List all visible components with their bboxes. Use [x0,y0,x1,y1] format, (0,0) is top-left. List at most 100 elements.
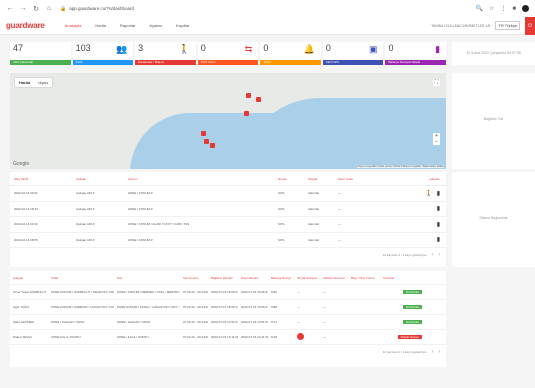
menu-icon[interactable]: ⋮ [500,5,506,12]
column-header[interactable]: Batarya Seviye [268,276,294,280]
map-marker[interactable] [256,97,261,102]
details-icon[interactable]: ▮ [437,222,440,228]
url-text[interactable]: app.guardware.co/?n/dashboard [69,6,134,11]
map-type-map[interactable]: Harita [15,78,34,87]
nav-item-settings[interactable]: Ayarlar [143,20,168,31]
column-header[interactable]: Görevler [380,276,426,280]
map-view[interactable]: Harita Uydu ⛶ + − Google Klavye kısayoll… [10,73,446,169]
stat-label: Aktif Çalışanlar [13,60,34,64]
column-header[interactable]: Son [114,276,180,280]
chevron-right-icon[interactable]: › [438,349,440,355]
date-panel: 15 Şubat 2022 Çarşamba 09:57:58 [452,42,535,65]
table-cell: — [323,290,326,294]
forward-icon[interactable]: → [19,5,27,12]
star-icon[interactable]: ☆ [489,5,494,12]
column-header[interactable]: Konum [124,177,274,181]
table-cell: 2022-02-14 18:44 [14,206,38,211]
column-header[interactable]: İşlem Kodu [334,177,394,181]
details-icon[interactable]: ▮ [437,237,440,243]
table-row[interactable]: Ömer Yaşar GÜRBULUT ZONE KONUM / GÜRBULUT… [10,285,446,300]
column-header[interactable]: Durum [274,177,304,181]
stat-card[interactable]: 0 ▣ Aktif GPS [322,42,384,65]
table-row[interactable]: 2022-02-14 09:10 Çalışan ADI # ZONE / KONU… [10,217,446,233]
chevron-left-icon[interactable]: ‹ [432,252,434,258]
table-row[interactable]: 2022-02-15 09:21 Çalışan ADI # ZONE / KONU… [10,186,446,202]
stat-card[interactable]: 0 ⇆ SOS Alarm [197,42,259,65]
home-icon[interactable]: ⌂ [45,5,53,12]
map-type-toggle: Harita Uydu [15,78,52,87]
table-cell: 2022-07-15 15:05:27 [211,290,238,294]
alarms-panel: Olay Tarihi Çalışan Konum Durum Olaylar İşlem… [10,172,446,267]
map-marker[interactable] [244,111,249,116]
nav-item-records[interactable]: Kayıtlar [170,20,196,31]
table-cell: 2022-07-15 14:11:31 [241,335,268,339]
stat-card[interactable]: 47 Aktif Çalışanlar [10,42,71,65]
table-cell: %88 [271,305,278,309]
extension-icon[interactable]: ■ [512,6,516,12]
map-attribution[interactable]: Klavye kısayolları Harita verileri ©2022… [357,165,444,168]
stat-card[interactable]: 103 👥 Pasif [72,42,134,65]
column-header[interactable]: Bilgi / Olay Formu [348,276,380,280]
table-cell: ZONE / KONUM / MERKEZ / OTEL / MERTİM / … [117,290,180,294]
stat-card[interactable]: 3 🚶 Hareketsiz / Düşme [135,42,196,65]
column-header[interactable]: Olay Tarihi [10,177,72,181]
table-cell: ZONE / KALKAN / ORTA [51,320,85,324]
stat-card[interactable]: 0 🔔 Alarm [260,42,321,65]
map-type-satellite[interactable]: Uydu [34,78,51,87]
language-selector[interactable]: TR Türkçe [495,21,520,30]
table-row[interactable]: Uğur YAĞCI ZONE KONUM / ANDROID / LOKASYO… [10,300,446,315]
table-row[interactable]: 2022-02-14 18:44 Çalışan ADI # ZONE / KONU… [10,202,446,217]
column-header[interactable]: Olaylar [304,177,334,181]
nav-item-reports[interactable]: Raporlar [114,20,141,31]
profile-avatar[interactable] [522,5,529,12]
nav-item-home[interactable]: Anasayfa [59,20,88,31]
stat-icon: 👥 [115,44,128,54]
row-actions: ▮ [394,236,446,243]
table-row[interactable]: Didem SEVGİ ZONE KALA / KUMTU ZONE / KALA … [10,330,446,345]
table-cell: ZONE KONUM / ANDROID / LOKASYON / KANAL … [51,305,114,309]
map-marker[interactable] [204,139,209,144]
address-bar[interactable]: 🔒 app.guardware.co/?n/dashboard [58,3,388,14]
stat-label: Alarm [263,60,272,64]
stat-value: 0 [200,43,206,53]
chevron-left-icon[interactable]: ‹ [432,349,434,355]
table-cell: ZONE / KALKAN / ORTA [117,320,151,324]
brand-logo[interactable]: guardware [6,21,45,30]
table-cell: ZONE / KONUM # [128,237,153,242]
person-icon[interactable]: 🚶 [425,191,432,197]
map-marker[interactable] [201,131,206,136]
column-header[interactable]: Kayıt Zamanı [238,276,268,280]
table-cell: %18 [271,335,278,339]
back-icon[interactable]: ← [6,5,14,12]
table-cell: 2022-07-15 14:51:51 [211,320,238,324]
search-icon[interactable]: 🔍 [476,5,483,12]
reload-icon[interactable]: ↻ [32,5,40,13]
zoom-out-button[interactable]: − [433,139,440,145]
column-header[interactable]: Aktivite Seviyesi [320,276,348,280]
stat-label: Aktif GPS [325,60,339,64]
column-header[interactable]: Sinyal Seviyesi [294,276,320,280]
column-header[interactable]: Cihaz [48,276,114,280]
map-marker[interactable] [210,143,215,148]
nav-item-map[interactable]: Harita [89,20,112,31]
view-button[interactable]: Düşük Seviye [397,335,422,339]
table-row[interactable]: 2022-02-14 08:55 Çalışan ADI # ZONE / KONU… [10,233,446,248]
stat-label: Hareketsiz / Düşme [138,60,165,64]
view-button[interactable]: Görüntüle [402,290,422,294]
view-button[interactable]: Görüntüle [402,320,422,324]
details-icon[interactable]: ▮ [437,191,440,197]
table-row[interactable]: Şakir ÇETİNER ZONE / KALKAN / ORTA ZONE / … [10,315,446,330]
logout-button[interactable]: ⏻ [525,16,535,35]
view-button[interactable]: Görüntüle [402,305,422,309]
map-marker[interactable] [246,93,251,98]
stat-value: 0 [263,43,269,53]
column-header[interactable]: Çalışan [72,177,124,181]
column-header[interactable]: Çalışan [10,276,48,280]
column-header[interactable]: Bağlantı Zamanı [208,276,238,280]
chevron-right-icon[interactable]: › [438,252,440,258]
column-header[interactable]: Son Konum [180,276,208,280]
column-header[interactable]: İşlemler [394,177,446,181]
details-icon[interactable]: ▮ [437,206,440,212]
stat-card[interactable]: 0 ▮ Batarya Seviyesi Düşük [385,42,447,65]
fullscreen-icon[interactable]: ⛶ [433,79,440,86]
